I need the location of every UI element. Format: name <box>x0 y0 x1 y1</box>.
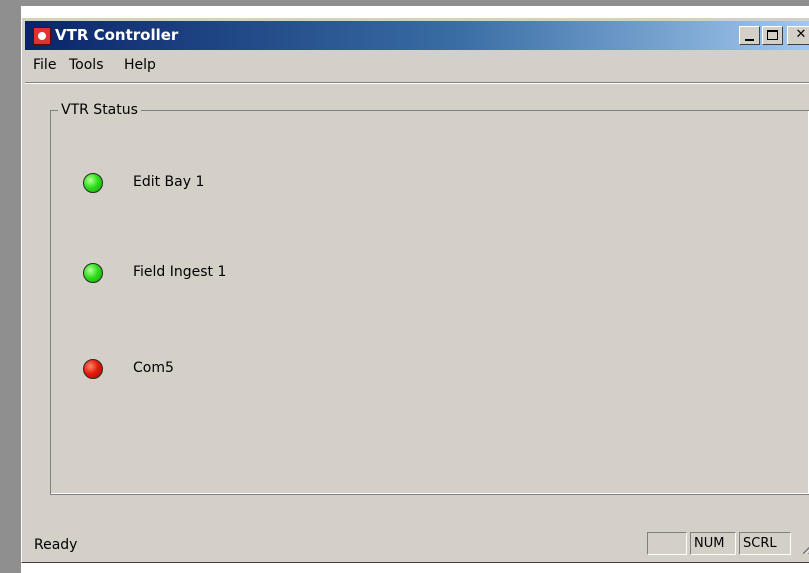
status-panel-empty <box>647 532 687 555</box>
menu-help[interactable]: Help <box>124 57 156 73</box>
status-text: Ready <box>34 537 78 553</box>
close-button[interactable]: ✕ <box>787 26 809 45</box>
menu-file[interactable]: File <box>33 57 56 73</box>
resize-grip-icon[interactable] <box>803 542 809 554</box>
maximize-icon <box>767 30 778 40</box>
status-bar: Ready NUM SCRL <box>25 530 809 560</box>
status-led-green-icon <box>83 173 103 193</box>
vtr-controller-window: VTR Controller ✕ File Tools Help VTR Sta… <box>21 17 809 563</box>
minimize-icon <box>745 39 754 41</box>
status-panel-num: NUM <box>690 532 736 555</box>
status-panel-scrl: SCRL <box>739 532 791 555</box>
window-title: VTR Controller <box>55 26 179 44</box>
status-led-green-icon <box>83 263 103 283</box>
close-icon: ✕ <box>795 27 807 42</box>
desktop-background-top <box>0 0 809 6</box>
app-icon[interactable] <box>33 27 51 45</box>
minimize-button[interactable] <box>739 26 760 45</box>
vtr-name: Field Ingest 1 <box>133 264 227 280</box>
menu-bar: File Tools Help <box>25 54 809 76</box>
vtr-status-group <box>50 110 809 495</box>
maximize-button[interactable] <box>762 26 783 45</box>
vtr-name: Com5 <box>133 360 174 376</box>
desktop-background-left <box>0 6 21 573</box>
menu-tools[interactable]: Tools <box>69 57 104 73</box>
status-led-red-icon <box>83 359 103 379</box>
group-label: VTR Status <box>58 102 141 118</box>
vtr-name: Edit Bay 1 <box>133 174 205 190</box>
menu-separator <box>25 82 809 84</box>
title-bar[interactable]: VTR Controller ✕ <box>25 21 809 50</box>
